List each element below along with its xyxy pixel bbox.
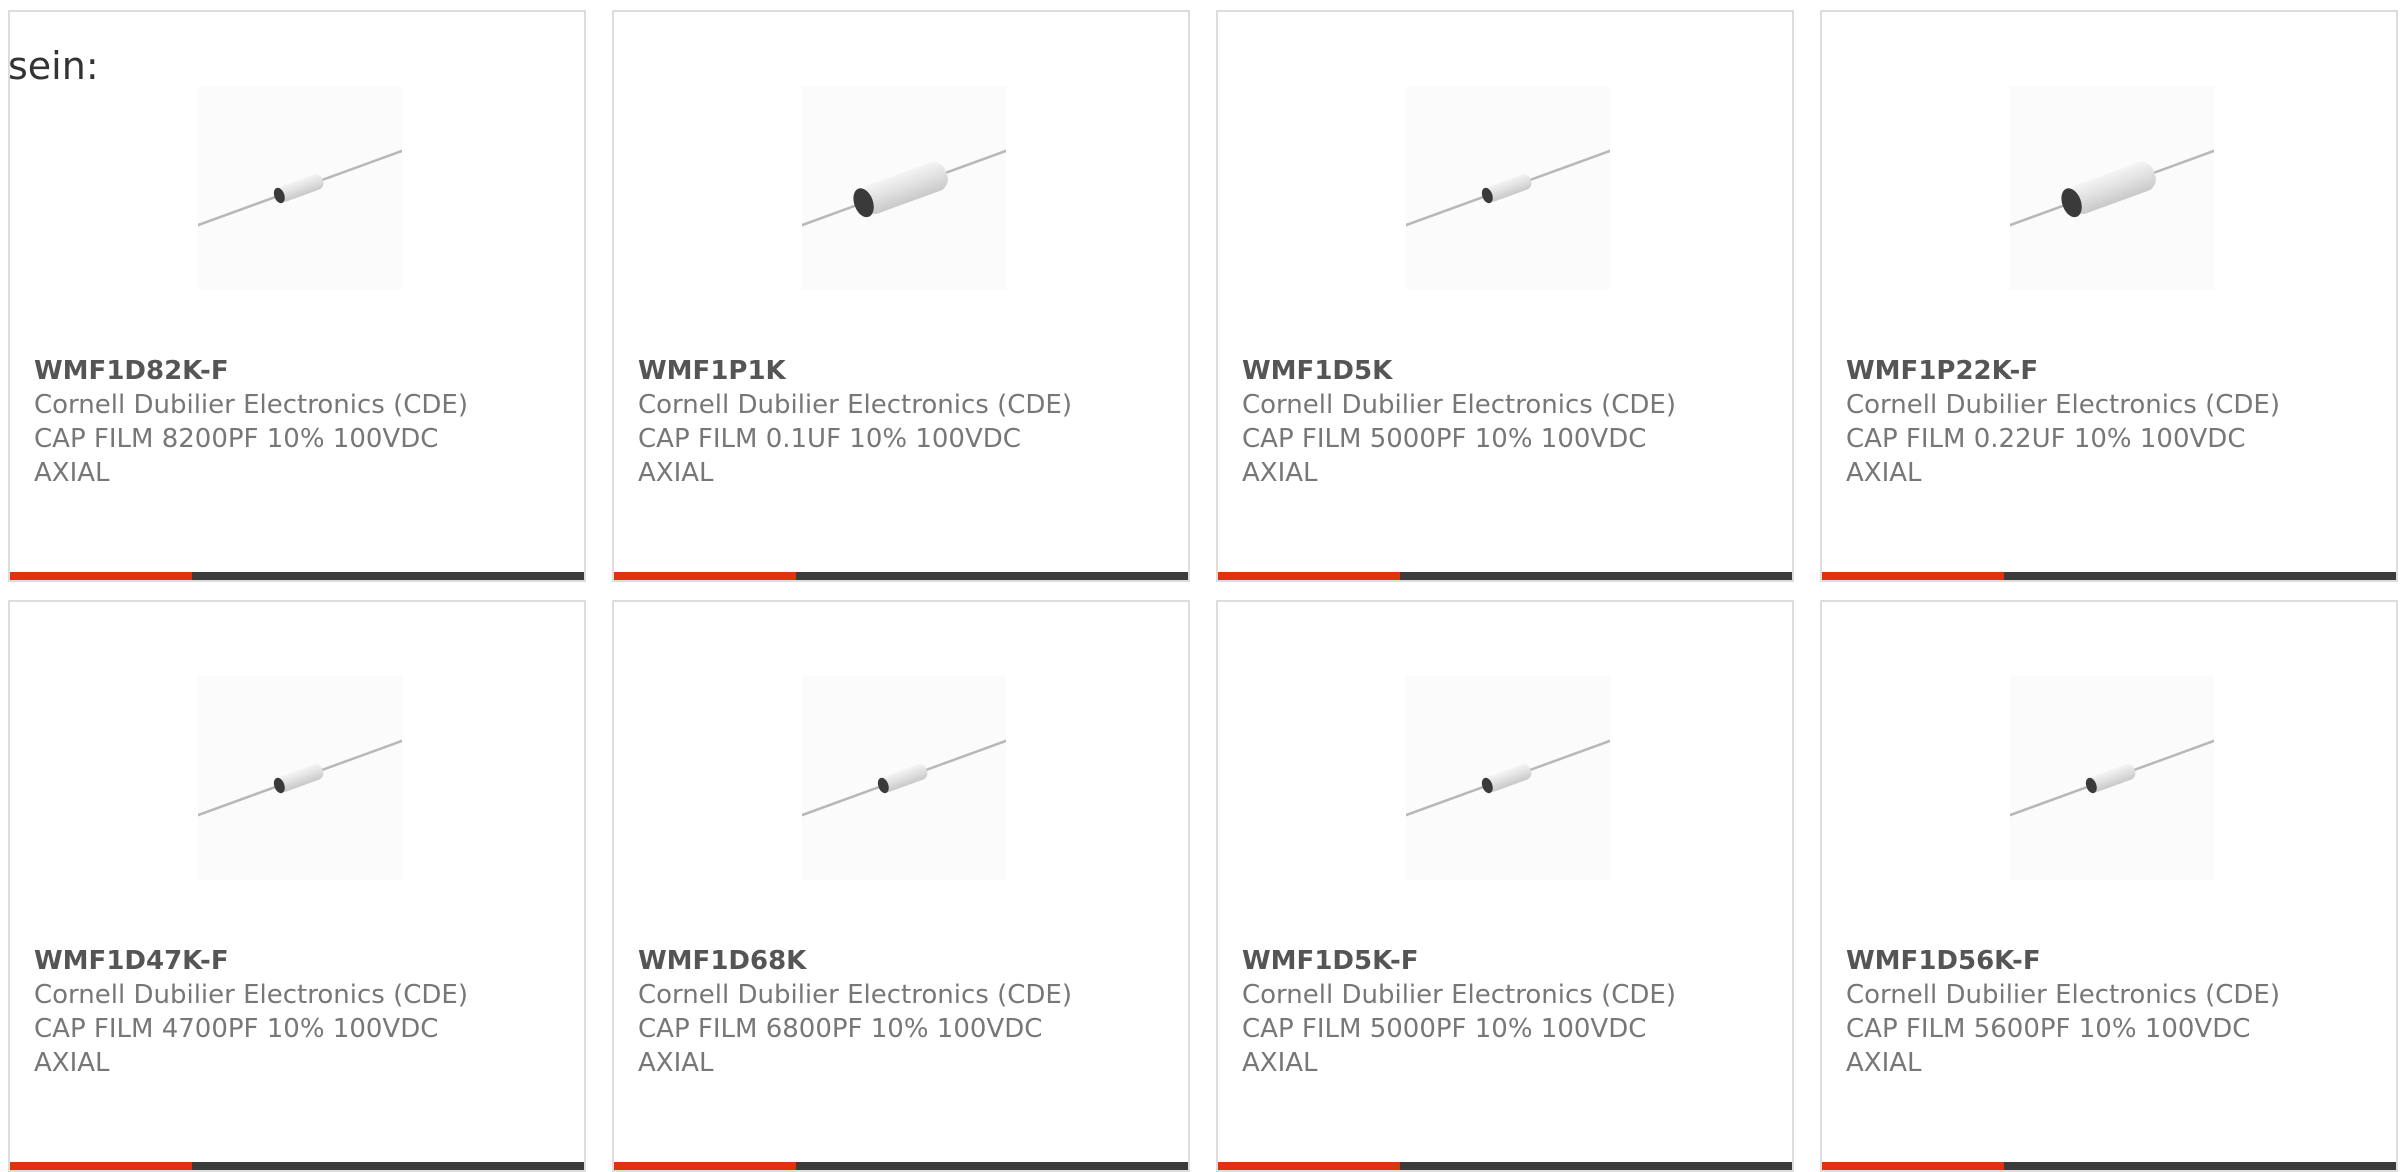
card-accent-bar [10,572,192,580]
product-card[interactable]: WMF1P1K Cornell Dubilier Electronics (CD… [612,10,1190,582]
description: CAP FILM 8200PF 10% 100VDC [34,424,439,454]
card-footer-bar [1218,572,1792,580]
product-info: WMF1D82K-F Cornell Dubilier Electronics … [34,354,554,490]
card-accent-bar [614,572,796,580]
axial-film-capacitor-icon[interactable] [802,676,1006,880]
package: AXIAL [1242,1048,1318,1078]
product-info: WMF1P1K Cornell Dubilier Electronics (CD… [638,354,1158,490]
product-info: WMF1D47K-F Cornell Dubilier Electronics … [34,944,554,1080]
description: CAP FILM 0.1UF 10% 100VDC [638,424,1021,454]
part-number[interactable]: WMF1D68K [638,944,1158,978]
card-accent-bar [1822,1162,2004,1170]
card-accent-bar [1218,572,1400,580]
product-info: WMF1D5K Cornell Dubilier Electronics (CD… [1242,354,1762,490]
product-info: WMF1P22K-F Cornell Dubilier Electronics … [1846,354,2366,490]
card-accent-bar [1822,572,2004,580]
manufacturer: Cornell Dubilier Electronics (CDE) [1242,980,1676,1010]
product-card[interactable]: WMF1P22K-F Cornell Dubilier Electronics … [1820,10,2398,582]
axial-film-capacitor-icon[interactable] [1406,86,1610,290]
product-card[interactable]: WMF1D5K Cornell Dubilier Electronics (CD… [1216,10,1794,582]
card-footer-bar [1822,572,2396,580]
package: AXIAL [1242,458,1318,488]
axial-film-capacitor-icon[interactable] [198,86,402,290]
part-number[interactable]: WMF1D82K-F [34,354,554,388]
product-info: WMF1D5K-F Cornell Dubilier Electronics (… [1242,944,1762,1080]
card-footer-bar [1218,1162,1792,1170]
product-card[interactable]: WMF1D56K-F Cornell Dubilier Electronics … [1820,600,2398,1172]
card-footer-bar [10,572,584,580]
axial-film-capacitor-icon[interactable] [802,86,1006,290]
part-number[interactable]: WMF1P22K-F [1846,354,2366,388]
axial-film-capacitor-icon[interactable] [2010,676,2214,880]
axial-film-capacitor-icon[interactable] [198,676,402,880]
manufacturer: Cornell Dubilier Electronics (CDE) [34,980,468,1010]
package: AXIAL [638,1048,714,1078]
description: CAP FILM 5000PF 10% 100VDC [1242,1014,1647,1044]
package: AXIAL [638,458,714,488]
card-footer-bar [614,572,1188,580]
card-footer-bar [614,1162,1188,1170]
manufacturer: Cornell Dubilier Electronics (CDE) [638,980,1072,1010]
package: AXIAL [34,458,110,488]
description: CAP FILM 0.22UF 10% 100VDC [1846,424,2246,454]
card-accent-bar [1218,1162,1400,1170]
package: AXIAL [1846,458,1922,488]
manufacturer: Cornell Dubilier Electronics (CDE) [1846,390,2280,420]
product-card[interactable]: WMF1D82K-F Cornell Dubilier Electronics … [8,10,586,582]
part-number[interactable]: WMF1D5K-F [1242,944,1762,978]
axial-film-capacitor-icon[interactable] [2010,86,2214,290]
manufacturer: Cornell Dubilier Electronics (CDE) [1846,980,2280,1010]
product-info: WMF1D56K-F Cornell Dubilier Electronics … [1846,944,2366,1080]
product-card[interactable]: WMF1D68K Cornell Dubilier Electronics (C… [612,600,1190,1172]
axial-film-capacitor-icon[interactable] [1406,676,1610,880]
product-card[interactable]: WMF1D47K-F Cornell Dubilier Electronics … [8,600,586,1172]
package: AXIAL [34,1048,110,1078]
manufacturer: Cornell Dubilier Electronics (CDE) [34,390,468,420]
description: CAP FILM 4700PF 10% 100VDC [34,1014,439,1044]
product-grid: WMF1D82K-F Cornell Dubilier Electronics … [8,10,2400,1172]
part-number[interactable]: WMF1D56K-F [1846,944,2366,978]
description: CAP FILM 5000PF 10% 100VDC [1242,424,1647,454]
manufacturer: Cornell Dubilier Electronics (CDE) [1242,390,1676,420]
part-number[interactable]: WMF1D47K-F [34,944,554,978]
card-footer-bar [1822,1162,2396,1170]
card-footer-bar [10,1162,584,1170]
part-number[interactable]: WMF1D5K [1242,354,1762,388]
product-info: WMF1D68K Cornell Dubilier Electronics (C… [638,944,1158,1080]
card-accent-bar [10,1162,192,1170]
product-card[interactable]: WMF1D5K-F Cornell Dubilier Electronics (… [1216,600,1794,1172]
intro-text: sein: [8,44,99,88]
part-number[interactable]: WMF1P1K [638,354,1158,388]
card-accent-bar [614,1162,796,1170]
description: CAP FILM 6800PF 10% 100VDC [638,1014,1043,1044]
manufacturer: Cornell Dubilier Electronics (CDE) [638,390,1072,420]
package: AXIAL [1846,1048,1922,1078]
description: CAP FILM 5600PF 10% 100VDC [1846,1014,2251,1044]
